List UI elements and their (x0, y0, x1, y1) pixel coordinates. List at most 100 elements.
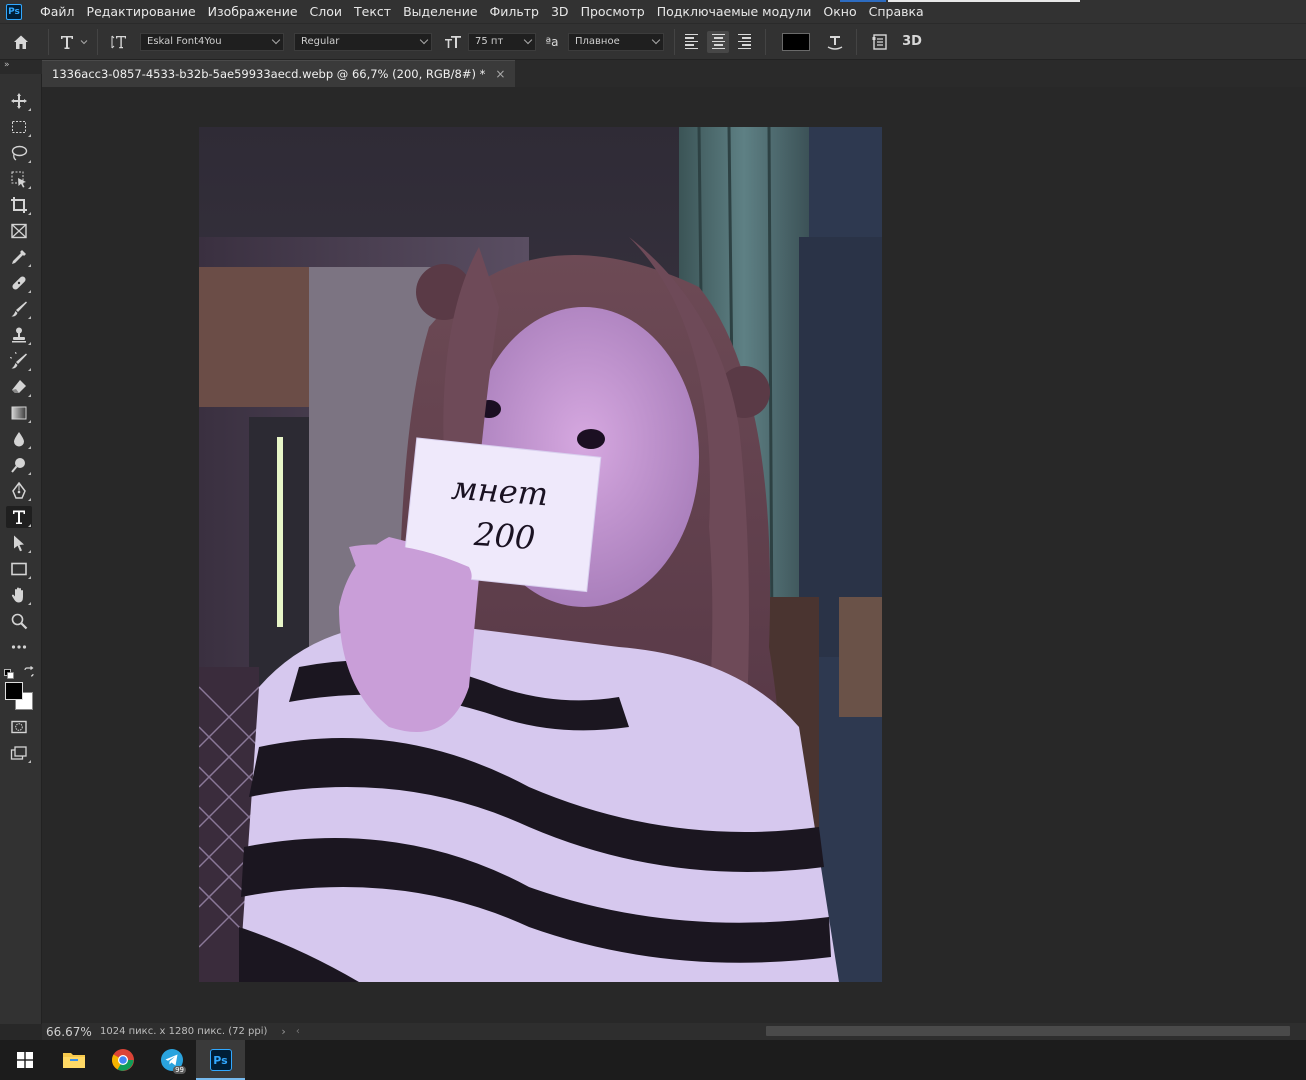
gradient-tool-icon[interactable] (6, 402, 32, 424)
folder-icon (62, 1053, 85, 1068)
eyedropper-tool-icon[interactable] (6, 246, 32, 268)
zoom-tool-icon[interactable] (6, 610, 32, 632)
menu-layers[interactable]: Слои (304, 0, 349, 24)
taskbar-photoshop[interactable]: Ps (196, 1040, 245, 1080)
clone-stamp-tool-icon[interactable] (6, 324, 32, 346)
scroll-left-icon[interactable]: ‹ (296, 1026, 300, 1037)
status-bar: 66.67% 1024 пикс. x 1280 пикс. (72 ppi) … (42, 1023, 1306, 1040)
options-bar: Eskal Font4You Regular 75 пт ªa Плавное (0, 24, 1306, 60)
zoom-level[interactable]: 66.67% (46, 1025, 98, 1039)
hand-tool-icon[interactable] (6, 584, 32, 606)
font-style-value: Regular (301, 36, 340, 47)
menu-view[interactable]: Просмотр (575, 0, 651, 24)
font-family-select[interactable]: Eskal Font4You (140, 32, 284, 51)
windows-taskbar: 99 Ps (0, 1040, 1306, 1080)
chrome-icon (111, 1049, 134, 1071)
align-right-button[interactable] (733, 31, 755, 53)
history-brush-tool-icon[interactable] (6, 350, 32, 372)
font-family-value: Eskal Font4You (147, 36, 222, 47)
menu-bar: Ps Файл Редактирование Изображение Слои … (0, 0, 1306, 24)
menu-select[interactable]: Выделение (397, 0, 483, 24)
collapse-panels-icon[interactable]: » (0, 60, 42, 74)
quick-mask-icon[interactable] (6, 716, 32, 738)
character-panel-icon[interactable] (863, 27, 897, 57)
object-selection-tool-icon[interactable] (6, 168, 32, 190)
document-info: 1024 пикс. x 1280 пикс. (72 ppi) (100, 1026, 268, 1037)
document-image[interactable]: мнет 200 (199, 127, 882, 982)
separator (674, 28, 675, 55)
eraser-tool-icon[interactable] (6, 376, 32, 398)
swap-colors-icon[interactable] (23, 663, 35, 677)
brush-tool-icon[interactable] (6, 298, 32, 320)
font-size-select[interactable]: 75 пт (468, 32, 536, 51)
toggle-text-orientation-icon[interactable] (104, 27, 134, 57)
photoshop-window: Ps Файл Редактирование Изображение Слои … (0, 0, 1306, 1080)
dodge-tool-icon[interactable] (6, 454, 32, 476)
blur-tool-icon[interactable] (6, 428, 32, 450)
document-tab[interactable]: 1336acc3-0857-4533-b32b-5ae59933aecd.web… (42, 60, 516, 87)
lasso-tool-icon[interactable] (6, 142, 32, 164)
menu-3d[interactable]: 3D (545, 0, 575, 24)
move-tool-icon[interactable] (6, 90, 32, 112)
title-accent-bar (840, 0, 886, 2)
taskbar-telegram[interactable]: 99 (147, 1040, 196, 1080)
photoshop-icon: Ps (209, 1049, 232, 1071)
screen-mode-icon[interactable] (6, 742, 32, 764)
canvas-area[interactable]: мнет 200 (42, 87, 1306, 1023)
healing-brush-tool-icon[interactable] (6, 272, 32, 294)
font-style-select[interactable]: Regular (294, 32, 432, 51)
antialias-value: Плавное (575, 36, 620, 47)
marquee-tool-icon[interactable] (6, 116, 32, 138)
status-menu-arrow-icon[interactable]: › (281, 1025, 285, 1038)
taskbar-chrome[interactable] (98, 1040, 147, 1080)
menu-edit[interactable]: Редактирование (81, 0, 202, 24)
3d-label: 3D (902, 34, 922, 49)
type-tool-preset-icon[interactable] (55, 27, 91, 57)
separator (48, 28, 49, 55)
more-tools-icon[interactable] (6, 636, 32, 658)
close-icon[interactable]: × (495, 67, 505, 81)
card-text-line1: мнет (450, 469, 549, 514)
rectangle-tool-icon[interactable] (6, 558, 32, 580)
align-left-button[interactable] (681, 31, 703, 53)
font-size-value: 75 пт (475, 36, 504, 47)
crop-tool-icon[interactable] (6, 194, 32, 216)
default-colors-icon[interactable] (4, 664, 14, 679)
start-button[interactable] (0, 1040, 49, 1080)
menu-filter[interactable]: Фильтр (484, 0, 545, 24)
title-highlight-bar (888, 0, 1080, 2)
menu-help[interactable]: Справка (863, 0, 930, 24)
frame-tool-icon[interactable] (6, 220, 32, 242)
notification-badge: 99 (173, 1066, 186, 1074)
windows-icon (16, 1052, 33, 1068)
separator (765, 28, 766, 55)
taskbar-file-explorer[interactable] (49, 1040, 98, 1080)
horizontal-scrollbar[interactable] (766, 1026, 1290, 1036)
card-text-line2: 200 (472, 515, 537, 557)
text-color-swatch[interactable] (782, 32, 810, 51)
foreground-color-swatch[interactable] (5, 682, 23, 700)
photoshop-logo-icon: Ps (6, 3, 22, 20)
antialias-label: ªa (545, 34, 559, 49)
menu-file[interactable]: Файл (34, 0, 81, 24)
antialias-icon: ªa (536, 27, 568, 57)
align-center-button[interactable] (707, 30, 729, 53)
type-tool-icon[interactable] (6, 506, 32, 528)
menu-image[interactable]: Изображение (202, 0, 304, 24)
collapse-glyph: » (4, 60, 10, 70)
warp-text-icon[interactable] (820, 27, 850, 57)
antialias-select[interactable]: Плавное (568, 32, 664, 51)
photo-content: мнет 200 (199, 127, 882, 982)
separator (856, 28, 857, 55)
document-tab-bar: 1336acc3-0857-4533-b32b-5ae59933aecd.web… (42, 60, 1306, 87)
path-selection-tool-icon[interactable] (6, 532, 32, 554)
menu-type[interactable]: Текст (348, 0, 397, 24)
tools-panel (0, 74, 42, 1024)
document-tab-title: 1336acc3-0857-4533-b32b-5ae59933aecd.web… (52, 67, 486, 81)
menu-plugins[interactable]: Подключаемые модули (651, 0, 818, 24)
home-icon[interactable] (0, 27, 42, 57)
menu-window[interactable]: Окно (817, 0, 862, 24)
pen-tool-icon[interactable] (6, 480, 32, 502)
separator (97, 28, 98, 55)
3d-button[interactable]: 3D (897, 27, 927, 57)
